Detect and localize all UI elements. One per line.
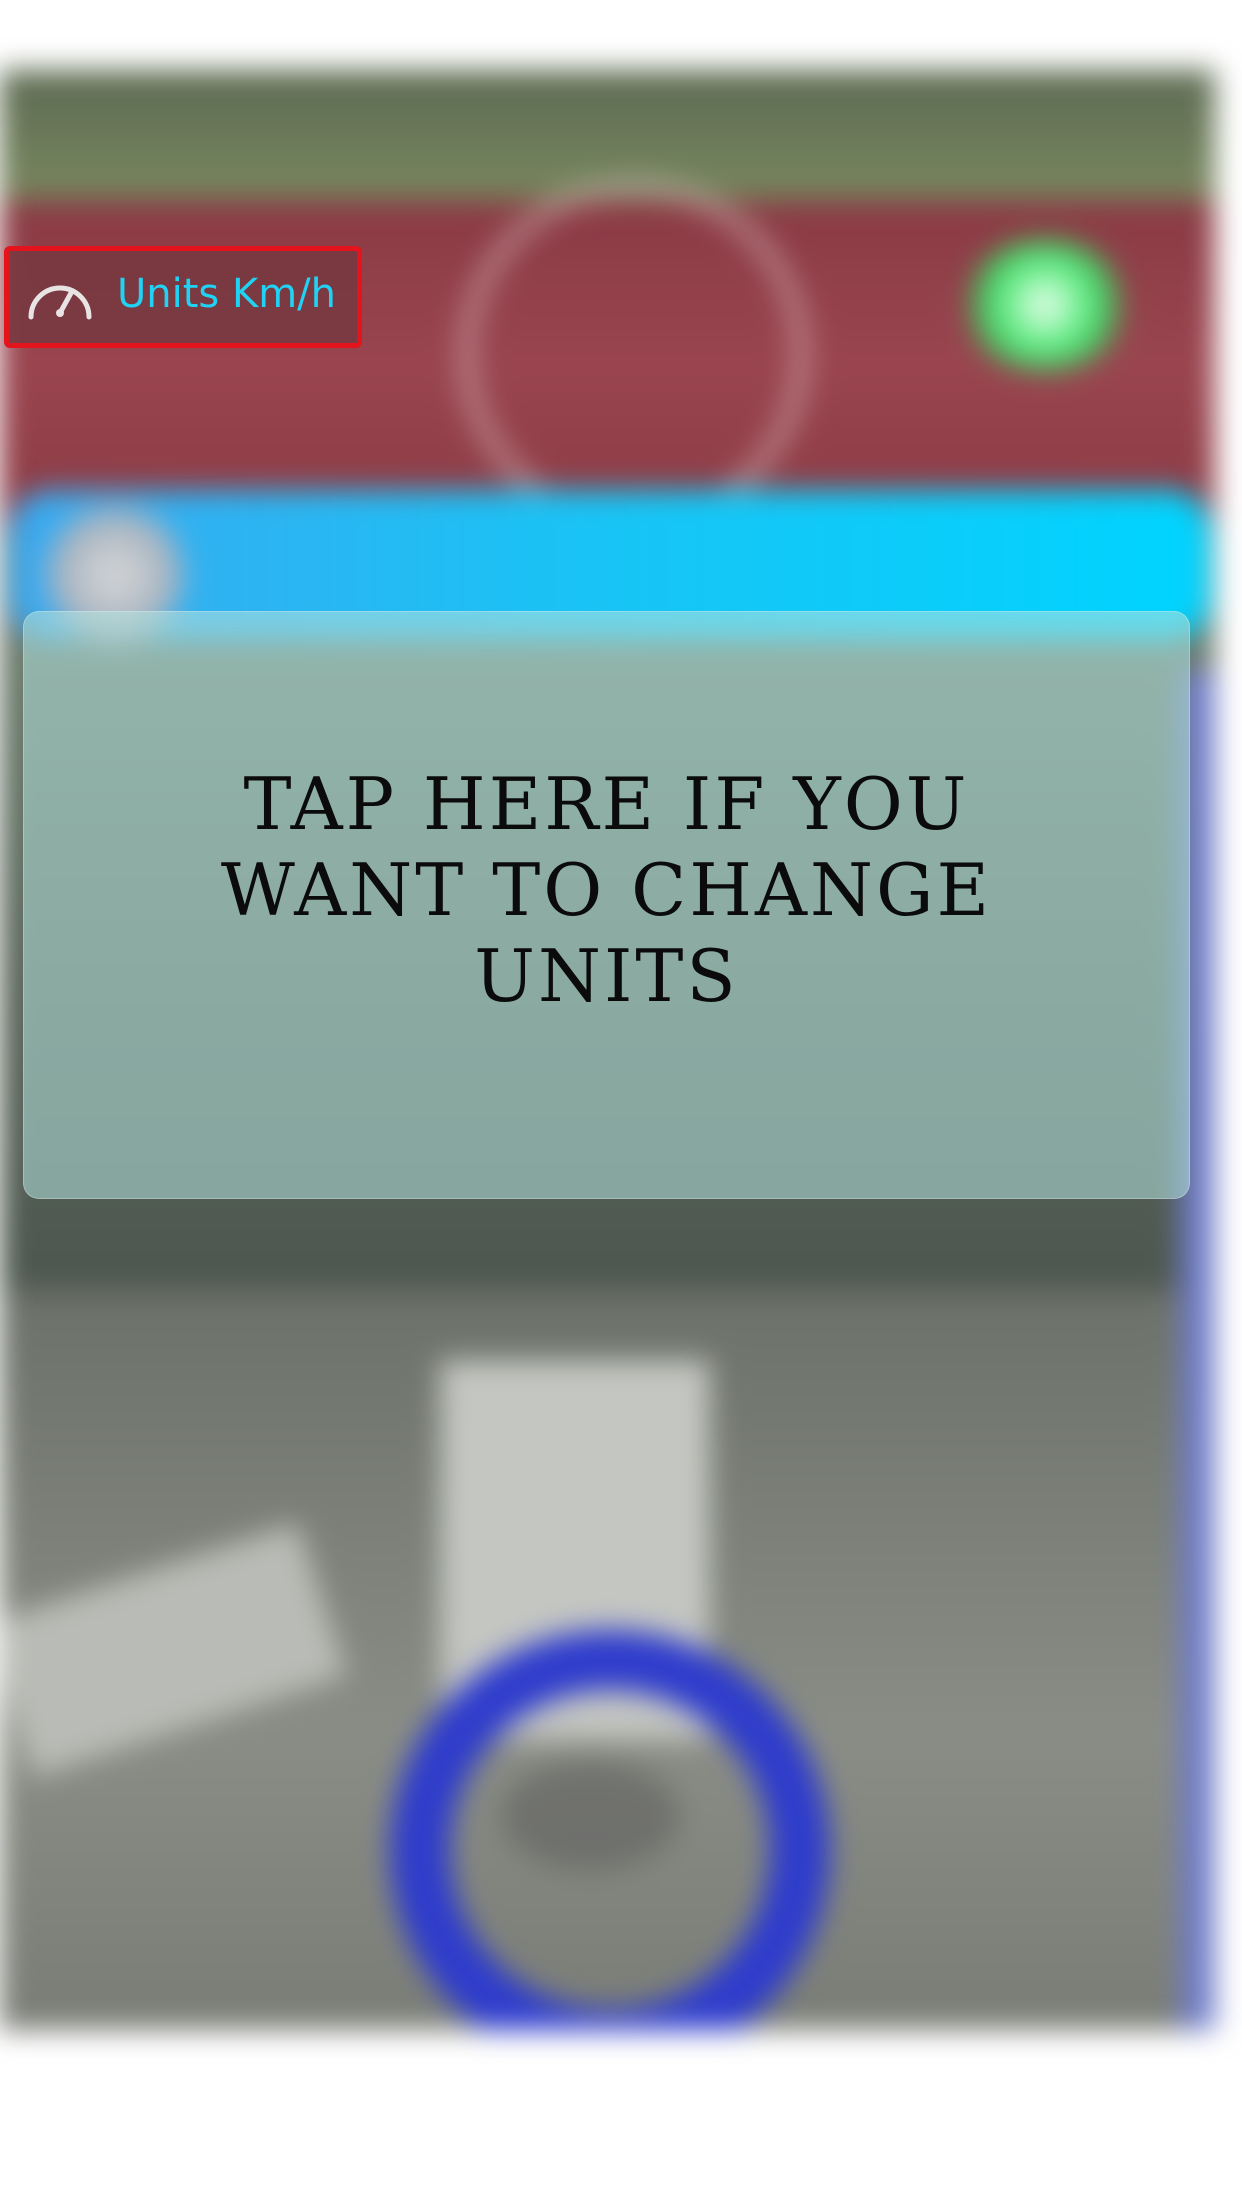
tutorial-screen: Units Km/h TAP HERE IF YOU WANT TO CHANG… <box>0 0 1242 2208</box>
track-logo <box>460 180 808 528</box>
tutorial-tip-text: TAP HERE IF YOU WANT TO CHANGE UNITS <box>220 762 993 1018</box>
units-button[interactable]: Units Km/h <box>4 246 362 348</box>
tutorial-tip-panel[interactable]: TAP HERE IF YOU WANT TO CHANGE UNITS <box>23 611 1190 1199</box>
status-indicator-dot <box>960 240 1130 370</box>
units-label: Units Km/h <box>117 271 337 317</box>
speedometer-icon <box>25 273 95 323</box>
progress-ring-center <box>500 1760 680 1870</box>
